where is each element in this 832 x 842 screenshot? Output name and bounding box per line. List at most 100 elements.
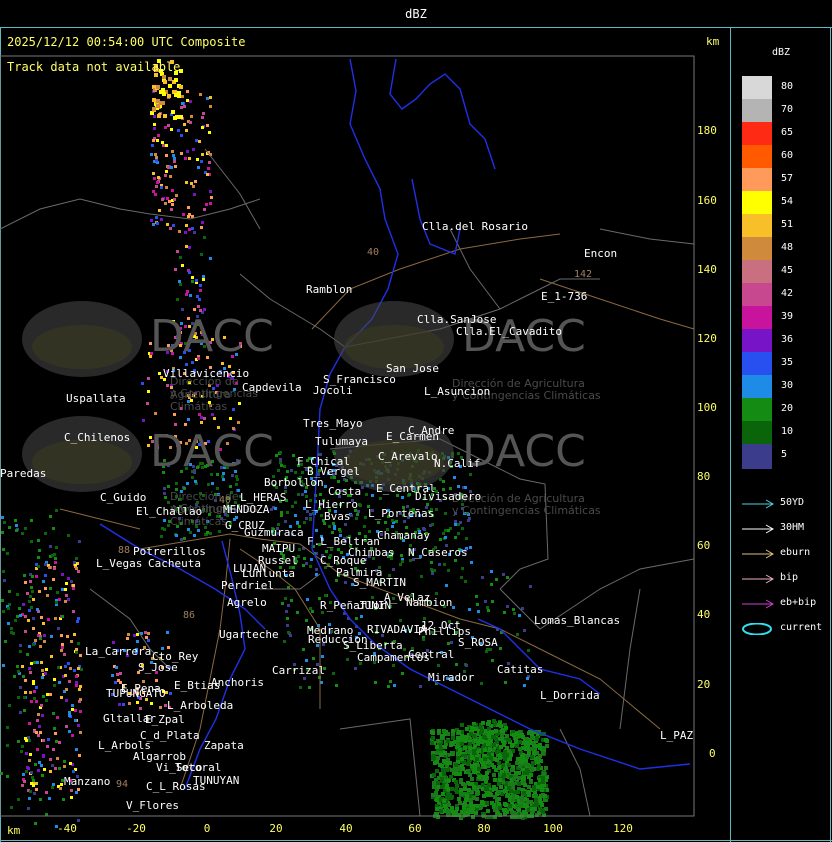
radar-echo-pixel xyxy=(470,764,474,768)
radar-echo-pixel xyxy=(33,661,36,664)
radar-echo-pixel xyxy=(34,639,37,642)
radar-echo-pixel xyxy=(487,609,490,612)
boundary-line xyxy=(204,148,261,230)
radar-echo-pixel xyxy=(499,647,502,650)
dbz-swatch xyxy=(742,283,772,308)
x-tick-label: -40 xyxy=(57,822,77,835)
radar-echo-pixel xyxy=(206,531,209,534)
radar-echo-pixel xyxy=(447,529,450,532)
radar-echo-pixel xyxy=(179,283,182,286)
radar-echo-pixel xyxy=(55,601,58,604)
radar-echo-pixel xyxy=(16,665,19,668)
radar-echo-pixel xyxy=(47,618,50,621)
x-tick-label: 0 xyxy=(203,822,211,835)
radar-echo-pixel xyxy=(12,632,15,635)
radar-echo-pixel xyxy=(488,792,492,796)
radar-echo-pixel xyxy=(210,196,213,199)
radar-echo-pixel xyxy=(521,777,525,781)
radar-echo-pixel xyxy=(192,148,195,151)
radar-echo-pixel xyxy=(75,567,78,570)
track-arrow-icon xyxy=(742,574,775,584)
radar-echo-pixel xyxy=(39,645,42,648)
dbz-swatch-label: 35 xyxy=(781,357,794,368)
radar-echo-pixel xyxy=(209,190,212,193)
radar-echo-pixel xyxy=(344,523,347,526)
place-label: Tres_Mayo xyxy=(303,417,363,430)
radar-echo-pixel xyxy=(155,185,158,188)
radar-echo-pixel xyxy=(77,724,80,727)
radar-echo-pixel xyxy=(150,219,153,222)
radar-echo-pixel xyxy=(456,738,460,742)
frame-divider-line xyxy=(730,27,731,842)
radar-echo-pixel xyxy=(179,85,183,89)
radar-echo-pixel xyxy=(535,737,539,741)
radar-echo-pixel xyxy=(492,803,496,807)
radar-echo-pixel xyxy=(503,789,507,793)
place-label: Lomas_Blancas xyxy=(534,614,621,627)
radar-echo-pixel xyxy=(435,807,439,811)
radar-echo-pixel xyxy=(442,772,446,776)
radar-echo-pixel xyxy=(309,565,312,568)
dbz-swatch-label: 36 xyxy=(781,334,794,345)
radar-echo-pixel xyxy=(484,787,488,791)
radar-echo-pixel xyxy=(64,665,67,668)
radar-echo-pixel xyxy=(455,790,459,794)
radar-echo-pixel xyxy=(455,784,459,788)
radar-echo-pixel xyxy=(136,640,139,643)
radar-echo-pixel xyxy=(53,678,56,681)
radar-echo-pixel xyxy=(518,740,522,744)
radar-map[interactable]: DACC Dirección de Agricultura y Continge… xyxy=(0,29,730,841)
dbz-swatch xyxy=(742,99,772,124)
radar-echo-pixel xyxy=(157,114,161,118)
radar-echo-pixel xyxy=(520,798,524,802)
radar-echo-pixel xyxy=(452,606,455,609)
dbz-swatch-label: 54 xyxy=(781,196,794,207)
x-tick-label: 40 xyxy=(339,822,353,835)
radar-echo-pixel xyxy=(156,104,160,108)
radar-echo-pixel xyxy=(128,702,131,705)
radar-echo-pixel xyxy=(460,757,464,761)
radar-echo-pixel xyxy=(505,769,509,773)
radar-echo-pixel xyxy=(442,532,445,535)
radar-echo-pixel xyxy=(503,808,507,812)
dbz-swatch-label: 48 xyxy=(781,242,794,253)
radar-echo-pixel xyxy=(32,598,35,601)
radar-echo-pixel xyxy=(139,707,142,710)
radar-echo-pixel xyxy=(61,588,64,591)
radar-echo-pixel xyxy=(439,538,442,541)
radar-echo-pixel xyxy=(181,102,184,105)
radar-echo-pixel xyxy=(1,516,4,519)
radar-echo-pixel xyxy=(500,733,504,737)
radar-echo-pixel xyxy=(29,753,32,756)
radar-echo-pixel xyxy=(389,680,392,683)
radar-echo-pixel xyxy=(499,724,503,728)
radar-echo-pixel xyxy=(524,747,528,751)
radar-echo-pixel xyxy=(287,604,290,607)
radar-echo-pixel xyxy=(494,737,498,741)
radar-echo-pixel xyxy=(526,677,529,680)
y-tick-label: 40 xyxy=(697,608,711,621)
radar-echo-pixel xyxy=(442,799,446,803)
radar-echo-pixel xyxy=(6,744,9,747)
radar-echo-pixel xyxy=(516,633,519,636)
radar-echo-pixel xyxy=(10,627,13,630)
place-label: C_Chilenos xyxy=(64,431,131,444)
radar-echo-pixel xyxy=(78,540,81,543)
dbz-swatch xyxy=(742,421,772,446)
radar-echo-pixel xyxy=(493,757,497,761)
radar-echo-pixel xyxy=(454,536,457,539)
radar-echo-pixel xyxy=(286,624,289,627)
radar-echo-pixel xyxy=(49,587,52,590)
radar-echo-pixel xyxy=(512,608,515,611)
radar-echo-pixel xyxy=(455,807,459,811)
radar-echo-pixel xyxy=(180,134,183,137)
radar-echo-pixel xyxy=(55,546,58,549)
radar-echo-pixel xyxy=(74,709,77,712)
radar-echo-pixel xyxy=(363,525,366,528)
radar-echo-pixel xyxy=(387,685,390,688)
radar-echo-pixel xyxy=(538,746,542,750)
radar-echo-pixel xyxy=(508,782,512,786)
radar-echo-pixel xyxy=(302,564,305,567)
radar-echo-pixel xyxy=(56,716,59,719)
radar-echo-pixel xyxy=(44,574,47,577)
